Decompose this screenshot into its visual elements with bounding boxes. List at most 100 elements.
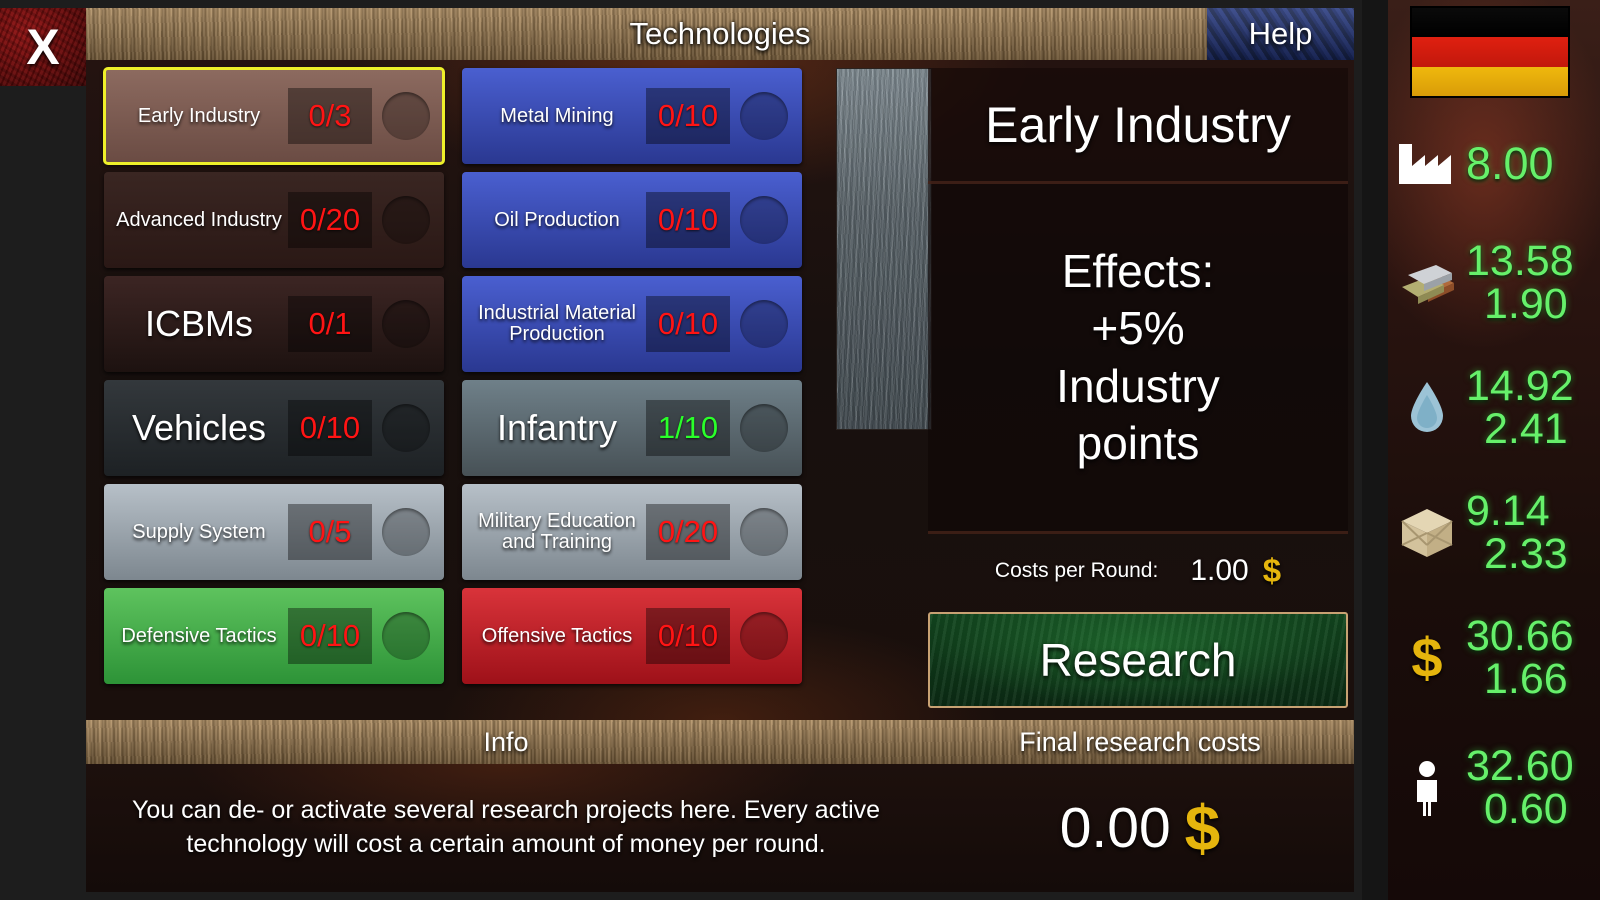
tech-item-name: Defensive Tactics	[121, 624, 277, 647]
resource-income: 1.66	[1484, 655, 1568, 703]
tech-item[interactable]: Infantry 1/10	[462, 380, 802, 476]
resource-row: 32.60 0.60	[1388, 745, 1600, 831]
germany-flag-icon	[1410, 6, 1570, 98]
window-body: Early Industry 0/3 Advanced Industry 0/20 IC…	[86, 60, 1354, 720]
app-root: X Technologies Help Early Industry 0/3 Adv…	[0, 0, 1600, 900]
tech-item-name: Advanced Industry	[116, 208, 282, 231]
resource-income: 2.41	[1484, 405, 1568, 453]
flag-band-gold	[1412, 66, 1568, 96]
tech-item-toggle[interactable]	[740, 300, 788, 348]
resource-row: 14.92 2.41	[1388, 365, 1600, 451]
detail-cost-row: Costs per Round: 1.00 $	[928, 534, 1348, 608]
tech-item-toggle[interactable]	[740, 612, 788, 660]
detail-effects: Effects: +5% Industry points	[928, 184, 1348, 534]
sidebar-panel: 8.00 13.58 1.90 14.92 2.41 9.14 2.33 $30.66 1.66…	[1388, 0, 1600, 900]
research-button-label: Research	[1039, 634, 1237, 686]
resource-row: 13.58 1.90	[1388, 240, 1600, 326]
resource-icon-wrap	[1388, 381, 1466, 435]
resource-amount: 14.92	[1466, 362, 1574, 410]
cost-per-round-value: 1.00	[1190, 554, 1249, 587]
resource-sidebar: 8.00 13.58 1.90 14.92 2.41 9.14 2.33 $30.66 1.66…	[1362, 0, 1600, 900]
tech-item-toggle[interactable]	[382, 196, 430, 244]
tech-item-toggle[interactable]	[740, 196, 788, 244]
tech-item-count: 0/20	[288, 192, 372, 248]
tech-list-scrollbar[interactable]	[836, 68, 932, 430]
resource-amount: 13.58	[1466, 237, 1574, 285]
factory-icon	[1397, 140, 1457, 186]
resource-values: 14.92 2.41	[1466, 365, 1600, 451]
dollar-icon: $	[1262, 552, 1282, 589]
resource-values: 8.00	[1466, 141, 1600, 186]
close-window-button[interactable]: X	[0, 8, 86, 86]
help-button[interactable]: Help	[1207, 8, 1354, 60]
tech-item-toggle[interactable]	[382, 92, 430, 140]
tech-item-toggle[interactable]	[382, 508, 430, 556]
detail-title: Early Industry	[928, 68, 1348, 184]
resource-values: 30.66 1.66	[1466, 615, 1600, 701]
tech-item[interactable]: Defensive Tactics 0/10	[104, 588, 444, 684]
tech-item-count: 0/10	[646, 88, 730, 144]
resource-icon-wrap	[1388, 505, 1466, 561]
flag-band-black	[1412, 8, 1568, 38]
resource-icon-wrap	[1388, 760, 1466, 816]
tech-item-toggle[interactable]	[740, 508, 788, 556]
final-costs-header: Final research costs	[1019, 726, 1261, 757]
tech-item[interactable]: Offensive Tactics 0/10	[462, 588, 802, 684]
final-cost-value: 0.00	[1059, 796, 1171, 860]
info-header: Info	[483, 726, 529, 757]
tech-item-toggle[interactable]	[382, 300, 430, 348]
resource-row: 8.00	[1388, 140, 1600, 186]
resource-income: 1.90	[1484, 280, 1568, 328]
resource-values: 32.60 0.60	[1466, 745, 1600, 831]
resource-row: $30.66 1.66	[1388, 615, 1600, 701]
technology-details-panel: Early Industry Effects: +5% Industry poi…	[928, 68, 1348, 708]
resource-values: 9.14 2.33	[1466, 490, 1600, 576]
tech-item-name: Vehicles	[131, 407, 267, 449]
tech-item-toggle[interactable]	[382, 404, 430, 452]
technologies-window: Technologies Help Early Industry 0/3 Advan…	[86, 8, 1354, 892]
tech-item[interactable]: Vehicles 0/10	[104, 380, 444, 476]
tech-item-toggle[interactable]	[382, 612, 430, 660]
tech-item-count: 0/3	[288, 88, 372, 144]
flag-band-red	[1412, 37, 1568, 67]
tech-item[interactable]: Military Education and Training 0/20	[462, 484, 802, 580]
resource-icon-wrap	[1388, 140, 1466, 186]
resource-income: 2.33	[1484, 530, 1568, 578]
tech-item-name: Military Education and Training	[478, 510, 636, 553]
resource-amount: 9.14	[1466, 487, 1550, 535]
tech-item[interactable]: Advanced Industry 0/20	[104, 172, 444, 268]
tech-item[interactable]: Early Industry 0/3	[103, 67, 445, 165]
tech-item-name: Early Industry	[137, 104, 261, 127]
tech-item[interactable]: Industrial Material Production 0/10	[462, 276, 802, 372]
footer-area: Info Final research costs You can de- or…	[86, 720, 1354, 892]
tech-item-count: 0/10	[646, 296, 730, 352]
research-button[interactable]: Research	[928, 612, 1348, 708]
window-titlebar: Technologies Help	[86, 8, 1354, 60]
tech-item[interactable]: Supply System 0/5	[104, 484, 444, 580]
tech-item[interactable]: Oil Production 0/10	[462, 172, 802, 268]
help-button-label: Help	[1248, 16, 1313, 51]
tech-item-name: Oil Production	[494, 208, 620, 231]
info-text: You can de- or activate several research…	[131, 796, 881, 858]
close-icon: X	[26, 19, 60, 75]
technology-column-right: Metal Mining 0/10 Oil Production 0/10 Indust…	[462, 68, 802, 684]
tech-item-name: Offensive Tactics	[481, 624, 633, 647]
tech-item-name: Supply System	[132, 520, 266, 543]
page-title: Technologies	[629, 16, 811, 51]
resource-values: 13.58 1.90	[1466, 240, 1600, 326]
water-drop-icon	[1407, 381, 1447, 435]
resource-amount: 30.66	[1466, 612, 1574, 660]
resource-icon-wrap: $	[1388, 630, 1466, 686]
resource-amount: 32.60	[1466, 742, 1574, 790]
dollar-icon: $	[1411, 626, 1443, 689]
tech-item[interactable]: ICBMs 0/1	[104, 276, 444, 372]
technology-column-left: Early Industry 0/3 Advanced Industry 0/20 IC…	[103, 67, 445, 684]
tech-item-count: 0/1	[288, 296, 372, 352]
dollar-icon: $	[1184, 792, 1221, 864]
tech-item-toggle[interactable]	[740, 404, 788, 452]
tech-item-name: Metal Mining	[500, 104, 614, 127]
final-research-costs: 0.00 $	[926, 764, 1354, 892]
cost-per-round-label: Costs per Round:	[994, 559, 1159, 582]
tech-item[interactable]: Metal Mining 0/10	[462, 68, 802, 164]
tech-item-toggle[interactable]	[740, 92, 788, 140]
